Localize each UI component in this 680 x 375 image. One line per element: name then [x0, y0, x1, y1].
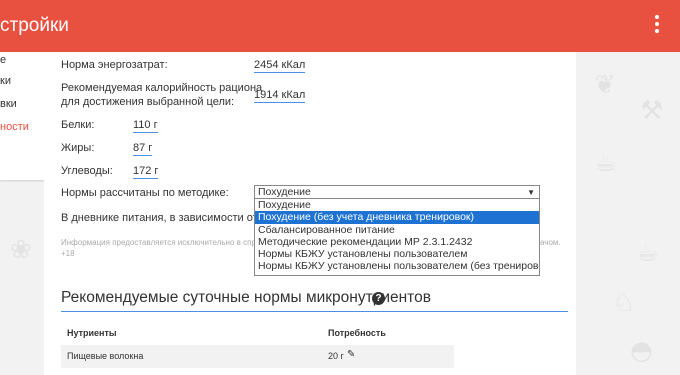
nutrient-name: Пищевые волокна [67, 351, 144, 361]
method-option-2[interactable]: Сбалансированное питание [255, 224, 539, 236]
carbs-label: Углеводы: [61, 165, 113, 177]
protein-label: Белки: [61, 119, 95, 131]
app-header: стройки [0, 0, 680, 52]
settings-sidebar: е ки вки ности [0, 52, 44, 180]
cake-icon: ☕ [594, 148, 618, 178]
protein-value: 110 г [133, 119, 158, 133]
sidebar-item-3[interactable]: ности [0, 121, 29, 133]
micronutrients-table-header: Нутриенты Потребность [61, 321, 454, 345]
sidebar-item-0[interactable]: е [0, 54, 6, 66]
method-option-0[interactable]: Похудение [255, 199, 539, 211]
method-option-1[interactable]: Похудение (без учета дневника тренировок… [255, 211, 539, 224]
apple-icon: ❀ [10, 235, 32, 265]
help-icon[interactable]: ? [372, 292, 385, 305]
page-title: стройки [0, 15, 69, 36]
fat-label: Жиры: [61, 142, 95, 154]
bowl-icon: ◓ [630, 336, 653, 366]
info-text-line2: +18 [61, 249, 75, 258]
fruit-icon: ❦ [594, 70, 616, 100]
table-row [61, 368, 454, 375]
carbs-value: 172 г [133, 165, 159, 179]
calories-value: 1914 кКал [254, 89, 306, 103]
diary-text: В дневнике питания, в зависимости от ме [61, 212, 275, 224]
method-option-5[interactable]: Нормы КБЖУ установлены пользователем (бе… [255, 260, 539, 272]
cup-icon: ☕ [636, 238, 660, 268]
fat-value: 87 г [133, 142, 153, 156]
energy-value: 2454 кКал [254, 59, 306, 73]
calories-label-line1: Рекомендуемая калорийность рациона [61, 82, 263, 94]
runner-icon: ♘ [612, 288, 636, 318]
calories-label-line2: для достижения выбранной цели: [61, 96, 235, 108]
info-text-line1-tail: ачом. [540, 238, 561, 247]
dumbbell-icon: ⚒ [640, 96, 664, 126]
more-vert-icon[interactable] [654, 15, 660, 37]
sidebar-item-2[interactable]: вки [0, 98, 17, 110]
method-label: Нормы рассчитаны по методике: [61, 187, 229, 199]
info-text-line1: Информация предоставляется исключительно… [61, 238, 256, 247]
method-option-4[interactable]: Нормы КБЖУ установлены пользователем [255, 248, 539, 260]
section-divider [61, 311, 568, 312]
energy-label: Норма энергозатрат: [61, 59, 168, 71]
method-option-3[interactable]: Методические рекомендации МР 2.3.1.2432 [255, 236, 539, 248]
nutrient-need: 20 г [328, 351, 344, 361]
column-header-nutrients: Нутриенты [67, 328, 117, 338]
pencil-icon[interactable]: ✎ [347, 349, 355, 360]
table-row: Пищевые волокна 20 г ✎ [61, 345, 454, 368]
method-dropdown-list: Похудение Похудение (без учета дневника … [254, 198, 540, 276]
column-header-need: Потребность [328, 328, 386, 338]
sidebar-item-1[interactable]: ки [0, 75, 11, 87]
